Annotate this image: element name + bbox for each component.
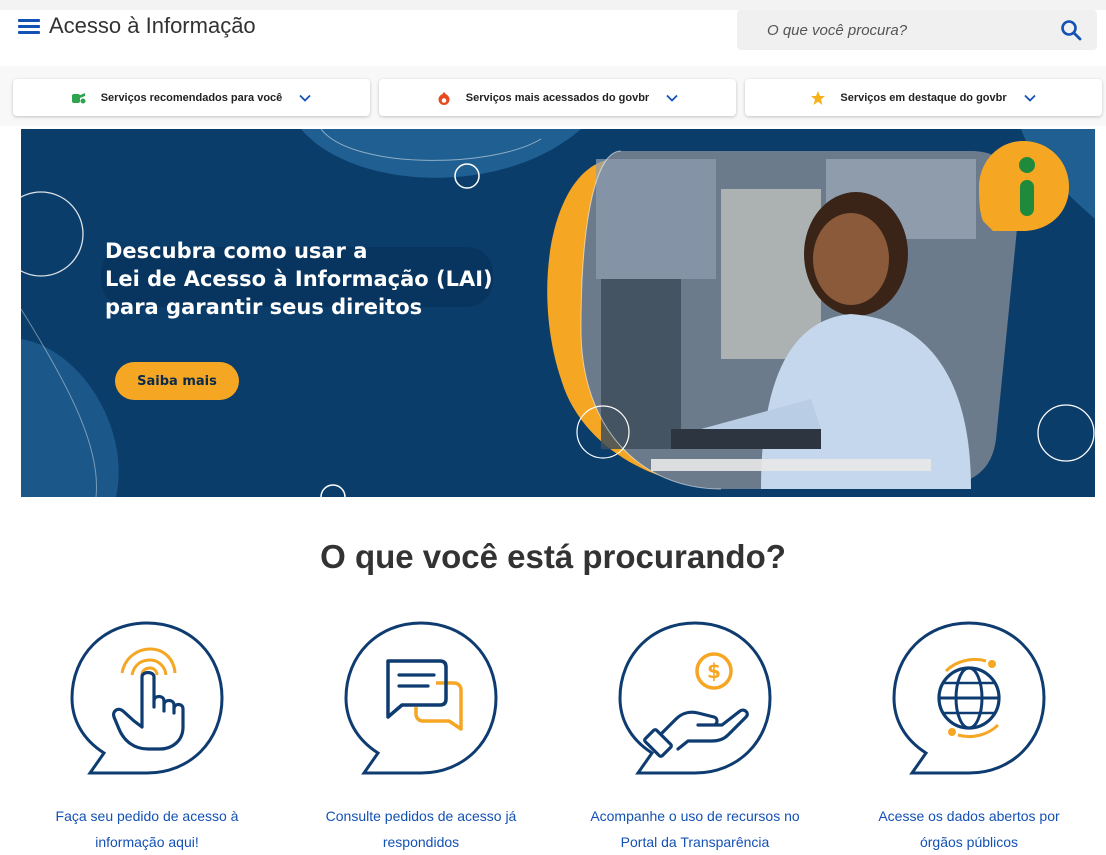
card-label[interactable]: Acompanhe o uso de recursos no Portal da…: [575, 803, 815, 855]
section-title: O que você está procurando?: [320, 538, 786, 575]
card-open-data[interactable]: Acesse os dados abertos por órgãos públi…: [849, 615, 1089, 855]
chevron-down-icon: [665, 91, 679, 105]
search-input[interactable]: [737, 10, 1057, 50]
card-label-line: Acompanhe o uso de recursos no: [590, 808, 800, 824]
card-label-line: Consulte pedidos de acesso já: [325, 808, 517, 824]
banner-title-line: Lei de Acesso à Informação (LAI): [105, 267, 493, 291]
chevron-down-icon: [298, 91, 312, 105]
chip-recommended-services[interactable]: Serviços recomendados para você: [13, 79, 370, 116]
card-consult-requests[interactable]: Consulte pedidos de acesso já respondido…: [301, 615, 541, 855]
card-label-line: Faça seu pedido de acesso à: [55, 808, 239, 824]
card-label-line: respondidos: [382, 834, 460, 850]
touch-hand-icon: [70, 621, 224, 775]
chat-bubbles-icon: [344, 621, 498, 775]
chip-most-accessed-services[interactable]: Serviços mais acessados do govbr: [379, 79, 736, 116]
card-label-line: órgãos públicos: [919, 834, 1019, 850]
chevron-down-icon: [1023, 91, 1037, 105]
card-transparency-portal[interactable]: $ Acompanhe o uso de recursos no Portal …: [575, 615, 815, 855]
hand-coin-icon: $: [618, 621, 772, 775]
card-request-access[interactable]: Faça seu pedido de acesso à informação a…: [27, 615, 267, 855]
site-header: Acesso à Informação: [0, 10, 1106, 66]
recommended-icon: [71, 90, 87, 106]
card-label-line: informação aqui!: [95, 834, 199, 850]
globe-icon: [892, 621, 1046, 775]
banner-title: Descubra como usar a Lei de Acesso à Inf…: [105, 237, 525, 321]
card-label-line: Portal da Transparência: [620, 834, 770, 850]
card-label-line: Acesse os dados abertos por: [878, 808, 1060, 824]
star-icon: [810, 90, 826, 106]
card-label[interactable]: Acesse os dados abertos por órgãos públi…: [849, 803, 1089, 855]
search-icon[interactable]: [1059, 18, 1083, 42]
service-chips-bar: Serviços recomendados para você Serviços…: [0, 66, 1106, 126]
hero-banner: Descubra como usar a Lei de Acesso à Inf…: [21, 129, 1095, 497]
banner-title-line: Descubra como usar a: [105, 239, 368, 263]
fire-icon: [436, 90, 452, 106]
svg-text:$: $: [707, 659, 721, 683]
chip-label: Serviços recomendados para você: [100, 91, 283, 104]
saiba-mais-button[interactable]: Saiba mais: [115, 362, 239, 400]
hamburger-menu-icon[interactable]: [18, 16, 42, 36]
banner-title-line: para garantir seus direitos: [105, 295, 423, 319]
card-label[interactable]: Consulte pedidos de acesso já respondido…: [301, 803, 541, 855]
top-strip: [0, 0, 1106, 10]
chip-featured-services[interactable]: Serviços em destaque do govbr: [745, 79, 1102, 116]
site-title[interactable]: Acesso à Informação: [49, 13, 256, 39]
chip-label: Serviços em destaque do govbr: [840, 91, 1007, 104]
search-box: [737, 10, 1097, 50]
chip-label: Serviços mais acessados do govbr: [465, 91, 650, 104]
card-label[interactable]: Faça seu pedido de acesso à informação a…: [27, 803, 267, 855]
